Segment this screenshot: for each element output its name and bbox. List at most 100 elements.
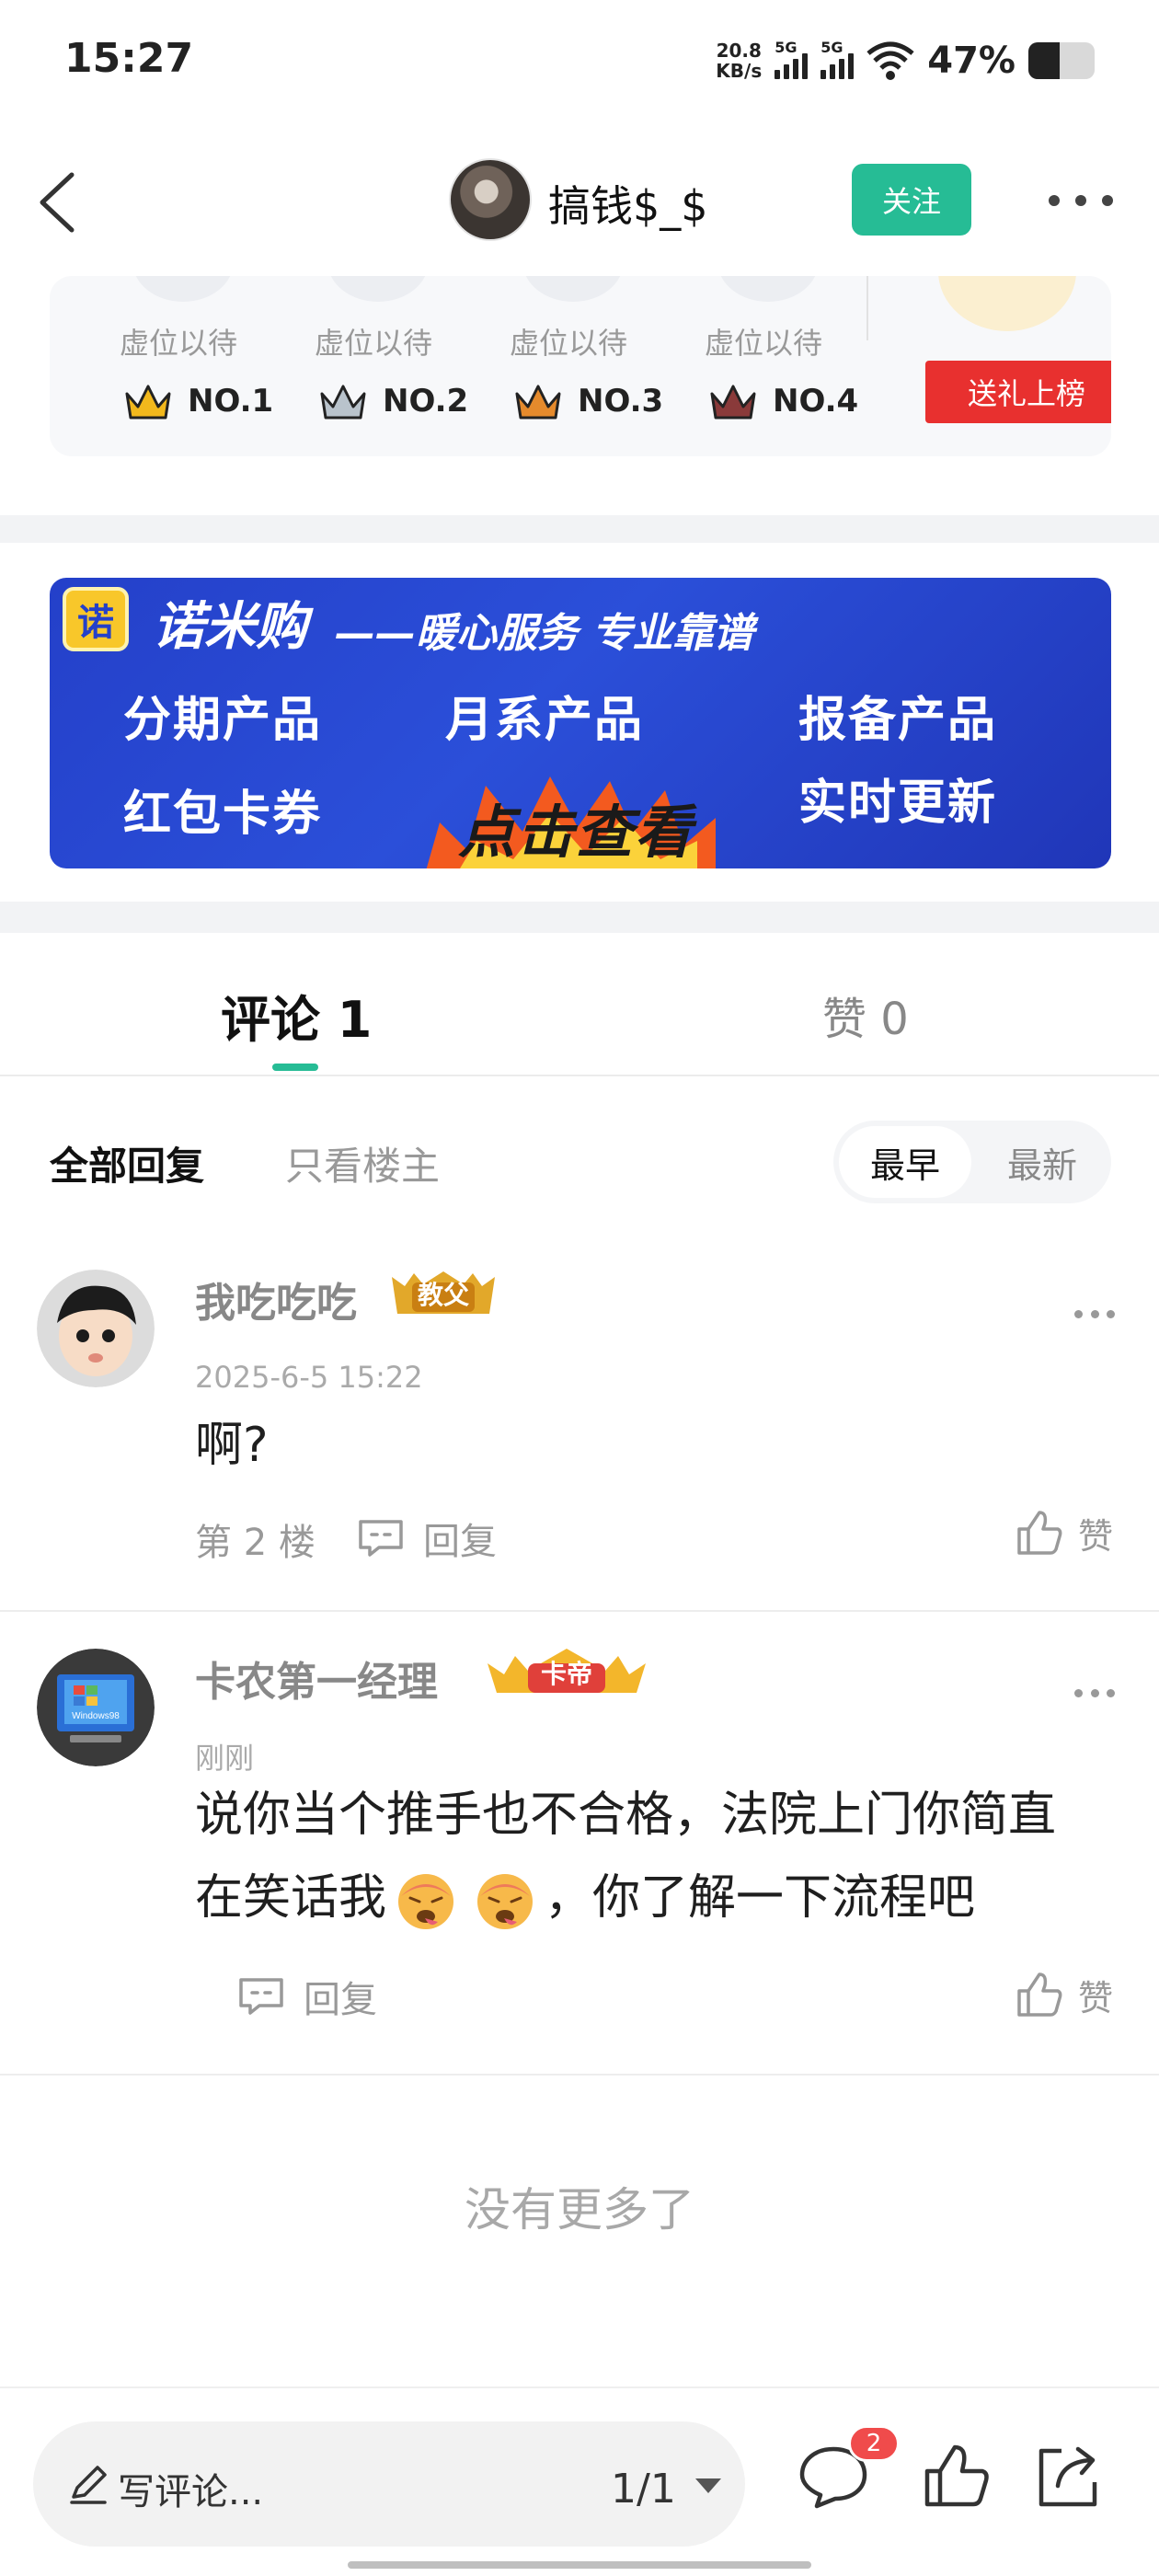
crown-icon (515, 385, 561, 420)
rank-slot-4[interactable]: 虚位以待 NO.4 (671, 276, 858, 456)
reply-label: 回复 (304, 1979, 377, 2021)
floor-number: 第 2 楼 (195, 1522, 316, 1564)
hot-face-emoji-icon (398, 1874, 454, 1929)
filter-owner-only[interactable]: 只看楼主 (285, 1135, 440, 1191)
reply-label: 回复 (423, 1521, 497, 1563)
banner-feature: 分期产品 (123, 693, 323, 748)
level-badge: 卡帝 (484, 1647, 649, 1698)
reply-bubble-icon (239, 1978, 283, 2015)
rank-avatar-placeholder (717, 276, 819, 302)
bottom-action-bar: 写评论... 1/1 2 (0, 2386, 1159, 2576)
comment-divider (0, 2074, 1159, 2076)
commenter-avatar[interactable] (37, 1270, 155, 1387)
author-avatar[interactable] (449, 158, 532, 241)
comment-like-tabs: 评论 1 赞 0 (0, 933, 1159, 1076)
share-icon[interactable] (1030, 2440, 1104, 2513)
like-label: 赞 (1078, 1515, 1114, 1557)
battery-icon (1028, 42, 1095, 79)
network-speed: 20.8 KB/s (716, 40, 762, 81)
thumbs-up-icon[interactable] (920, 2440, 993, 2513)
signal-icon: 5G (775, 39, 809, 79)
reply-button[interactable]: 回复 (235, 1969, 377, 2024)
thumbs-up-icon (1017, 1511, 1062, 1555)
wifi-icon (866, 41, 914, 80)
rank-number: NO.1 (188, 383, 274, 420)
home-indicator[interactable] (348, 2561, 811, 2569)
commenter-avatar[interactable]: Windows98 (37, 1649, 155, 1766)
rank-number: NO.2 (383, 383, 469, 420)
rank-slot-1[interactable]: 虚位以待 NO.1 (86, 276, 274, 456)
level-badge: 教父 (386, 1268, 500, 1319)
follow-button[interactable]: 关注 (852, 164, 971, 236)
active-tab-indicator (272, 1064, 318, 1071)
reply-button[interactable]: 回复 (355, 1511, 497, 1566)
level-badge-text: 教父 (417, 1280, 469, 1310)
comment-text-part: 在笑话我 (195, 1870, 387, 1926)
comment-more-icon[interactable] (1074, 1684, 1115, 1702)
sim1-label: 5G (775, 39, 798, 56)
crown-icon (125, 385, 171, 420)
like-button[interactable]: 赞 (1014, 1967, 1113, 2022)
rank-number: NO.3 (578, 383, 664, 420)
sort-latest[interactable]: 最新 (979, 1126, 1106, 1198)
comment-time: 2025-6-5 15:22 (195, 1360, 423, 1395)
banner-slogan: ——暖心服务 专业靠谱 (335, 610, 754, 657)
rank-slot-2[interactable]: 虚位以待 NO.2 (281, 276, 469, 456)
rank-slot-3[interactable]: 虚位以待 NO.3 (476, 276, 664, 456)
comment-text-line: 说你当个推手也不合格，法院上门你简直 (195, 1788, 1057, 1843)
no-more-text: 没有更多了 (465, 2183, 694, 2237)
gift-avatar-placeholder (938, 276, 1076, 331)
banner-cta[interactable]: 点击查看 (429, 786, 723, 868)
network-speed-unit: KB/s (716, 60, 763, 82)
thumbs-up-icon (1017, 1972, 1062, 2017)
rank-placeholder-text: 虚位以待 (119, 326, 237, 361)
tab-likes[interactable]: 赞 0 (822, 983, 909, 1047)
signal-icon: 5G (820, 39, 855, 79)
sort-toggle: 最早 最新 (833, 1121, 1111, 1203)
rank-placeholder-text: 虚位以待 (509, 326, 627, 361)
top-nav: 搞钱$_$ 关注 (0, 147, 1159, 254)
section-divider (0, 515, 1159, 543)
rank-avatar-placeholder (327, 276, 429, 302)
avatar-caption: Windows98 (72, 1711, 120, 1721)
rank-avatar-placeholder (132, 276, 234, 302)
comment-divider (0, 1610, 1159, 1612)
commenter-name[interactable]: 卡农第一经理 (195, 1649, 438, 1708)
crown-icon (710, 385, 756, 420)
comment-time: 刚刚 (195, 1741, 255, 1776)
hot-face-emoji-icon (477, 1874, 534, 1929)
comment-count-badge: 2 (848, 2425, 900, 2462)
send-gift-button[interactable]: 送礼上榜 (925, 361, 1111, 423)
gift-rank-card: 虚位以待 NO.1 虚位以待 NO.2 虚位以待 NO.3 虚位以待 NO.4 … (50, 276, 1111, 456)
promo-banner[interactable]: 诺 诺米购 ——暖心服务 专业靠谱 分期产品 月系产品 报备产品 红包卡券 实时… (50, 578, 1111, 868)
crown-icon (320, 385, 366, 420)
back-arrow-icon[interactable] (26, 166, 99, 239)
more-options-icon[interactable] (1049, 173, 1113, 228)
author-name[interactable]: 搞钱$_$ (548, 173, 708, 234)
chevron-down-icon[interactable] (695, 2478, 721, 2493)
banner-logo: 诺 (63, 587, 129, 651)
banner-feature: 报备产品 (798, 693, 998, 748)
rank-placeholder-text: 虚位以待 (704, 326, 822, 361)
tab-comments[interactable]: 评论 1 (221, 979, 372, 1052)
rank-placeholder-text: 虚位以待 (314, 326, 432, 361)
filter-all-replies[interactable]: 全部回复 (50, 1135, 204, 1191)
page-indicator[interactable]: 1/1 (611, 2466, 676, 2513)
status-bar: 15:27 20.8 KB/s 5G 5G 47% (0, 0, 1159, 129)
section-divider (0, 902, 1159, 933)
comment-text: 啊? (195, 1418, 269, 1473)
comment-text: 说你当个推手也不合格，法院上门你简直 在笑话我 ，你了解一下流程吧 (195, 1774, 1124, 1939)
like-button[interactable]: 赞 (1014, 1505, 1113, 1560)
banner-feature: 月系产品 (445, 693, 645, 748)
comment-compose-field[interactable]: 写评论... 1/1 (33, 2421, 745, 2547)
rank-avatar-placeholder (522, 276, 624, 302)
sort-earliest[interactable]: 最早 (839, 1126, 971, 1198)
comment-more-icon[interactable] (1074, 1305, 1115, 1323)
rank-divider (866, 276, 868, 340)
compose-placeholder: 写评论... (118, 2471, 264, 2513)
banner-brand: 诺米购 (153, 597, 307, 657)
status-time: 15:27 (64, 35, 194, 82)
banner-feature: 实时更新 (798, 776, 998, 831)
commenter-name[interactable]: 我吃吃吃 (195, 1270, 357, 1328)
level-badge-text: 卡帝 (540, 1659, 592, 1689)
